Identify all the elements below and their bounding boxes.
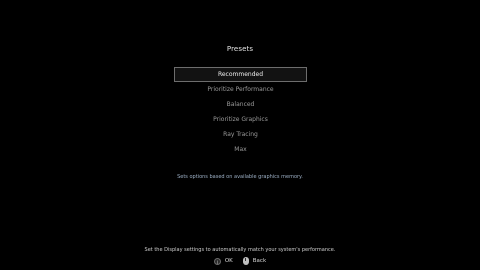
preset-recommended[interactable]: Recommended bbox=[174, 67, 307, 82]
preset-prioritize-performance[interactable]: Prioritize Performance bbox=[174, 82, 307, 97]
footer-hint: Set the Display settings to automaticall… bbox=[144, 247, 336, 253]
presets-menu: Recommended Prioritize Performance Balan… bbox=[174, 67, 307, 157]
preset-prioritize-graphics[interactable]: Prioritize Graphics bbox=[174, 112, 307, 127]
preset-balanced[interactable]: Balanced bbox=[174, 97, 307, 112]
back-label: Back bbox=[252, 258, 267, 264]
preset-description: Sets options based on available graphics… bbox=[177, 174, 303, 180]
preset-max[interactable]: Max bbox=[174, 142, 307, 157]
page-title: Presets bbox=[226, 45, 254, 53]
preset-ray-tracing[interactable]: Ray Tracing bbox=[174, 127, 307, 142]
button-prompts: I OK Back bbox=[0, 257, 480, 265]
mouse-icon bbox=[242, 257, 249, 265]
back-button[interactable]: Back bbox=[242, 257, 267, 265]
ok-key-icon: I bbox=[213, 257, 221, 265]
ok-button[interactable]: I OK bbox=[213, 257, 233, 265]
ok-label: OK bbox=[224, 258, 233, 264]
